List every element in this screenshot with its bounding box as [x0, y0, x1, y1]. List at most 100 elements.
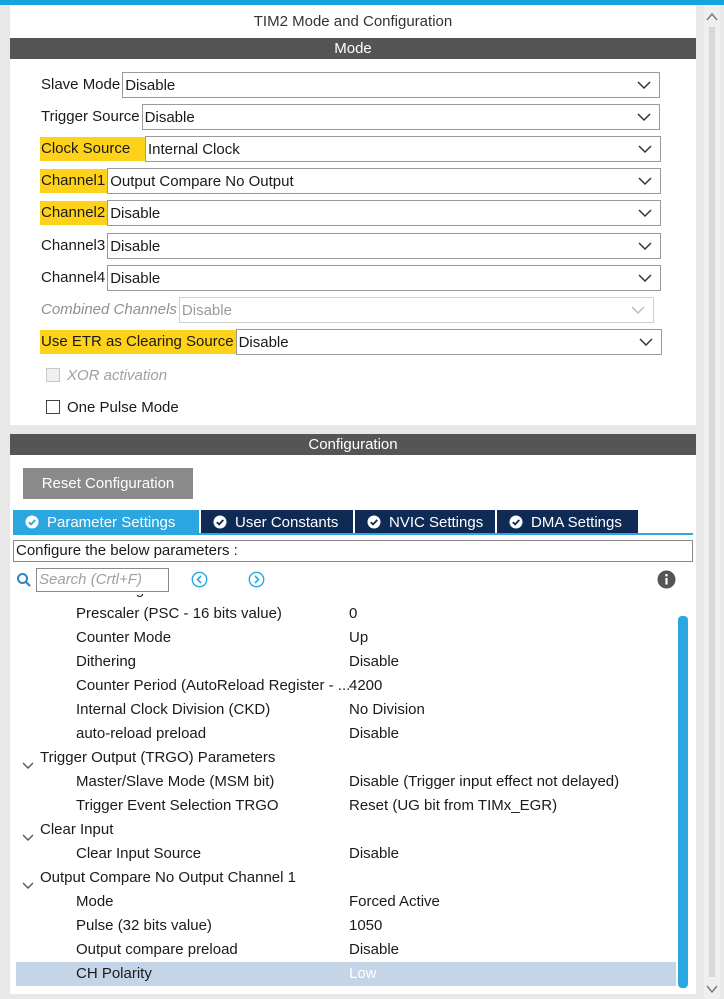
channel2-select[interactable]: Disable [107, 200, 662, 226]
channel1-value: Output Compare No Output [110, 172, 294, 190]
table-row[interactable]: Counter Period (AutoReload Register - ..… [16, 674, 676, 698]
xor-activation-label: XOR activation [67, 366, 168, 384]
table-row[interactable]: Output compare preload Disable [16, 938, 676, 962]
param-value[interactable]: Disable [349, 842, 399, 866]
clock-source-label: Clock Source [40, 137, 145, 161]
param-value[interactable]: Forced Active [349, 890, 440, 914]
clock-source-select[interactable]: Internal Clock [145, 136, 661, 162]
param-key: Pulse (32 bits value) [76, 917, 212, 934]
channel3-select[interactable]: Disable [107, 233, 662, 259]
param-value[interactable]: No Division [349, 698, 425, 722]
table-row[interactable]: auto-reload preload Disable [16, 722, 676, 746]
param-key: Master/Slave Mode (MSM bit) [76, 773, 275, 790]
scroll-down-icon[interactable] [706, 981, 718, 994]
table-row[interactable]: Clear Input Source Disable [16, 842, 676, 866]
param-key: Counter Mode [76, 629, 172, 646]
table-row[interactable]: Prescaler (PSC - 16 bits value) 0 [16, 602, 676, 626]
tree-group-label: Output Compare No Output Channel 1 [40, 869, 296, 886]
slave-mode-value: Disable [125, 76, 176, 94]
search-input[interactable]: Search (Crtl+F) [36, 568, 169, 592]
param-key: auto-reload preload [76, 725, 207, 742]
tree-group-output-compare[interactable]: Output Compare No Output Channel 1 [16, 866, 676, 890]
checkbox-box [46, 368, 60, 382]
info-icon[interactable] [657, 570, 676, 589]
tab-label: DMA Settings [531, 513, 622, 531]
tab-nvic-settings[interactable]: NVIC Settings [355, 510, 495, 534]
param-value[interactable]: Low [349, 962, 377, 986]
chevron-down-icon[interactable] [22, 826, 34, 841]
tree-group-counter-settings[interactable]: Counter Settings [16, 594, 676, 602]
chevron-down-icon[interactable] [22, 874, 34, 889]
combined-channels-select: Disable [178, 297, 654, 323]
xor-activation-checkbox: XOR activation [46, 363, 167, 387]
one-pulse-mode-label: One Pulse Mode [67, 398, 179, 416]
param-value[interactable]: 4200 [349, 674, 382, 698]
table-row-selected[interactable]: CH Polarity Low [16, 962, 676, 986]
combined-channels-value: Disable [181, 301, 232, 319]
param-value[interactable]: Disable (Trigger input effect not delaye… [349, 770, 619, 794]
window-scrollbar[interactable] [704, 5, 720, 999]
scroll-up-icon[interactable] [706, 9, 718, 21]
table-row[interactable]: Dithering Disable [16, 650, 676, 674]
param-key: Clear Input Source [76, 845, 202, 862]
table-row[interactable]: Pulse (32 bits value) 1050 [16, 914, 676, 938]
config-tabs: Parameter Settings User Constants NVIC S… [13, 510, 640, 534]
param-value[interactable]: 1050 [349, 914, 382, 938]
tab-label: Parameter Settings [47, 513, 176, 531]
channel1-row: Channel1 Output Compare No Output [40, 168, 662, 194]
one-pulse-mode-checkbox[interactable]: One Pulse Mode [46, 395, 179, 419]
tab-dma-settings[interactable]: DMA Settings [497, 510, 638, 534]
tab-label: NVIC Settings [389, 513, 484, 531]
chevron-down-icon [637, 111, 651, 123]
table-row[interactable]: Internal Clock Division (CKD) No Divisio… [16, 698, 676, 722]
chevron-down-icon [637, 79, 651, 91]
tab-underline [13, 533, 693, 535]
search-previous-icon[interactable] [191, 571, 208, 588]
param-value[interactable]: Reset (UG bit from TIMx_EGR) [349, 794, 557, 818]
scrollbar-thumb[interactable] [678, 616, 688, 988]
slave-mode-select[interactable]: Disable [122, 72, 661, 98]
combined-channels-label: Combined Channels [41, 301, 177, 318]
chevron-down-icon [638, 175, 652, 187]
window-title: TIM2 Mode and Configuration [253, 13, 453, 30]
etr-clearing-select[interactable]: Disable [235, 329, 662, 355]
param-value[interactable]: Disable [349, 650, 399, 674]
param-key: Prescaler (PSC - 16 bits value) [76, 605, 282, 622]
check-circle-icon [367, 515, 381, 529]
channel1-select[interactable]: Output Compare No Output [107, 168, 662, 194]
table-row[interactable]: Counter Mode Up [16, 626, 676, 650]
channel3-value: Disable [110, 237, 161, 255]
check-circle-icon [25, 515, 39, 529]
param-value[interactable]: Disable [349, 938, 399, 962]
parameter-tree: Counter Settings Prescaler (PSC - 16 bit… [16, 594, 676, 988]
parameter-scrollbar[interactable] [678, 602, 688, 988]
tree-group-clear-input[interactable]: Clear Input [16, 818, 676, 842]
channel4-value: Disable [110, 269, 161, 287]
etr-clearing-label: Use ETR as Clearing Source [40, 330, 236, 354]
chevron-down-icon [638, 272, 652, 284]
param-key: Trigger Event Selection TRGO [76, 797, 279, 814]
search-next-icon[interactable] [248, 571, 265, 588]
trigger-source-select[interactable]: Disable [141, 104, 660, 130]
tab-user-constants[interactable]: User Constants [201, 510, 353, 534]
reset-configuration-button[interactable]: Reset Configuration [23, 468, 193, 499]
tree-group-label: Counter Settings [40, 594, 152, 602]
trigger-source-value: Disable [144, 108, 195, 126]
chevron-down-icon [638, 207, 652, 219]
channel4-select[interactable]: Disable [107, 265, 662, 291]
table-row[interactable]: Trigger Event Selection TRGO Reset (UG b… [16, 794, 676, 818]
table-row[interactable]: Mode Forced Active [16, 890, 676, 914]
channel2-row: Channel2 Disable [40, 200, 662, 226]
checkbox-box[interactable] [46, 400, 60, 414]
chevron-down-icon[interactable] [22, 754, 34, 769]
table-row[interactable]: Master/Slave Mode (MSM bit) Disable (Tri… [16, 770, 676, 794]
param-value[interactable]: Up [349, 626, 368, 650]
param-value[interactable]: 0 [349, 602, 357, 626]
scrollbar-track[interactable] [709, 27, 715, 977]
etr-clearing-value: Disable [238, 333, 289, 351]
param-value[interactable]: Disable [349, 722, 399, 746]
check-circle-icon [509, 515, 523, 529]
tree-group-trgo[interactable]: Trigger Output (TRGO) Parameters [16, 746, 676, 770]
tab-parameter-settings[interactable]: Parameter Settings [13, 510, 199, 534]
slave-mode-row: Slave Mode Disable [40, 72, 661, 98]
